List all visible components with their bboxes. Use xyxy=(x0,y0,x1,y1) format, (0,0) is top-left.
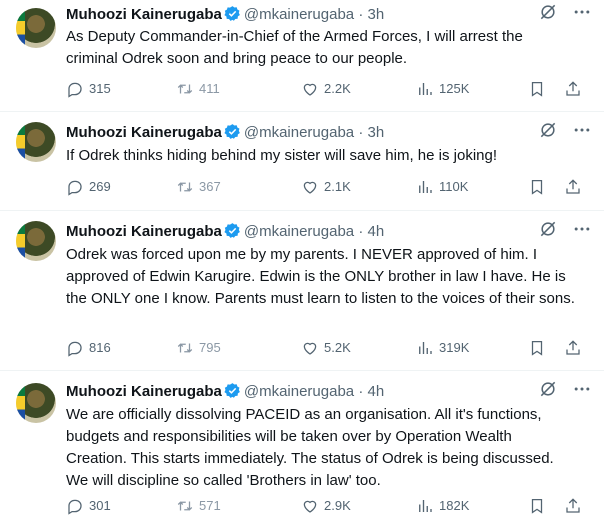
author-name[interactable]: Muhoozi Kainerugaba xyxy=(66,383,222,400)
tweet-header: Muhoozi Kainerugaba @mkainerugaba · 3h xyxy=(66,4,592,26)
verified-badge-icon xyxy=(224,222,241,246)
retweet-button[interactable]: 411 xyxy=(176,78,220,100)
timestamp[interactable]: 3h xyxy=(367,124,384,141)
tweet-text: If Odrek thinks hiding behind my sister … xyxy=(66,147,498,164)
views-button[interactable]: 125K xyxy=(416,78,469,100)
share-icon[interactable] xyxy=(564,176,582,198)
tweet-text: As Deputy Commander-in-Chief of the Arme… xyxy=(66,28,528,67)
retweet-button[interactable]: 795 xyxy=(176,337,221,359)
timestamp[interactable]: 4h xyxy=(367,383,384,400)
like-count: 5.2K xyxy=(324,340,351,355)
grok-icon[interactable] xyxy=(538,219,558,246)
avatar[interactable] xyxy=(16,221,56,261)
more-options-icon[interactable] xyxy=(572,379,592,406)
tweet[interactable]: Muhoozi Kainerugaba @mkainerugaba · 3h If… xyxy=(0,112,604,211)
tweet[interactable]: Muhoozi Kainerugaba @mkainerugaba · 4h We… xyxy=(0,371,604,525)
bookmark-icon[interactable] xyxy=(528,495,546,517)
bookmark-icon[interactable] xyxy=(528,78,546,100)
share-icon[interactable] xyxy=(564,495,582,517)
action-bar: 315 411 2.2K 125K xyxy=(66,78,592,100)
separator-dot: · xyxy=(358,6,364,23)
author-handle[interactable]: @mkainerugaba xyxy=(244,383,354,400)
action-bar: 269 367 2.1K 110K xyxy=(66,176,592,198)
action-bar: 301 571 2.9K 182K xyxy=(66,495,592,517)
views-button[interactable]: 319K xyxy=(416,337,469,359)
author-handle[interactable]: @mkainerugaba xyxy=(244,6,354,23)
tweet-header: Muhoozi Kainerugaba @mkainerugaba · 3h xyxy=(66,122,592,144)
retweet-count: 367 xyxy=(199,179,221,194)
retweet-count: 795 xyxy=(199,340,221,355)
like-button[interactable]: 2.9K xyxy=(301,495,351,517)
avatar[interactable] xyxy=(16,8,56,48)
grok-icon[interactable] xyxy=(538,2,558,29)
avatar[interactable] xyxy=(16,383,56,423)
tweet-header: Muhoozi Kainerugaba @mkainerugaba · 4h xyxy=(66,221,592,243)
reply-count: 301 xyxy=(89,498,111,513)
views-count: 182K xyxy=(439,498,470,513)
views-button[interactable]: 110K xyxy=(416,176,468,198)
grok-icon[interactable] xyxy=(538,120,558,147)
separator-dot: · xyxy=(358,383,364,400)
more-options-icon[interactable] xyxy=(572,120,592,147)
retweet-button[interactable]: 367 xyxy=(176,176,221,198)
like-button[interactable]: 5.2K xyxy=(301,337,351,359)
separator-dot: · xyxy=(358,124,364,141)
retweet-count: 411 xyxy=(199,81,220,96)
views-button[interactable]: 182K xyxy=(416,495,469,517)
reply-count: 315 xyxy=(89,81,111,96)
more-options-icon[interactable] xyxy=(572,2,592,29)
share-icon[interactable] xyxy=(564,337,582,359)
reply-count: 269 xyxy=(89,179,111,194)
reply-button[interactable]: 816 xyxy=(66,337,111,359)
tweet-text: We are officially dissolving PACEID as a… xyxy=(66,406,558,489)
bookmark-icon[interactable] xyxy=(528,176,546,198)
verified-badge-icon xyxy=(224,382,241,406)
separator-dot: · xyxy=(358,223,364,240)
tweet[interactable]: Muhoozi Kainerugaba @mkainerugaba · 3h As… xyxy=(0,0,604,112)
reply-count: 816 xyxy=(89,340,111,355)
views-count: 110K xyxy=(439,179,469,194)
retweet-button[interactable]: 571 xyxy=(176,495,221,517)
timestamp[interactable]: 3h xyxy=(367,6,384,23)
verified-badge-icon xyxy=(224,123,241,147)
views-count: 125K xyxy=(439,81,470,96)
tweet-header: Muhoozi Kainerugaba @mkainerugaba · 4h xyxy=(66,381,592,403)
tweet-text: Odrek was forced upon me by my parents. … xyxy=(66,246,575,307)
author-name[interactable]: Muhoozi Kainerugaba xyxy=(66,6,222,23)
like-count: 2.2K xyxy=(324,81,351,96)
grok-icon[interactable] xyxy=(538,379,558,406)
like-button[interactable]: 2.2K xyxy=(301,78,351,100)
author-handle[interactable]: @mkainerugaba xyxy=(244,223,354,240)
like-count: 2.9K xyxy=(324,498,351,513)
bookmark-icon[interactable] xyxy=(528,337,546,359)
author-name[interactable]: Muhoozi Kainerugaba xyxy=(66,223,222,240)
more-options-icon[interactable] xyxy=(572,219,592,246)
views-count: 319K xyxy=(439,340,470,355)
like-button[interactable]: 2.1K xyxy=(301,176,351,198)
reply-button[interactable]: 301 xyxy=(66,495,111,517)
share-icon[interactable] xyxy=(564,78,582,100)
like-count: 2.1K xyxy=(324,179,351,194)
action-bar: 816 795 5.2K 319K xyxy=(66,337,592,359)
retweet-count: 571 xyxy=(199,498,221,513)
tweet-feed: Muhoozi Kainerugaba @mkainerugaba · 3h As… xyxy=(0,0,604,525)
author-handle[interactable]: @mkainerugaba xyxy=(244,124,354,141)
avatar[interactable] xyxy=(16,122,56,162)
reply-button[interactable]: 315 xyxy=(66,78,111,100)
author-name[interactable]: Muhoozi Kainerugaba xyxy=(66,124,222,141)
tweet[interactable]: Muhoozi Kainerugaba @mkainerugaba · 4h Od… xyxy=(0,211,604,371)
reply-button[interactable]: 269 xyxy=(66,176,111,198)
timestamp[interactable]: 4h xyxy=(367,223,384,240)
